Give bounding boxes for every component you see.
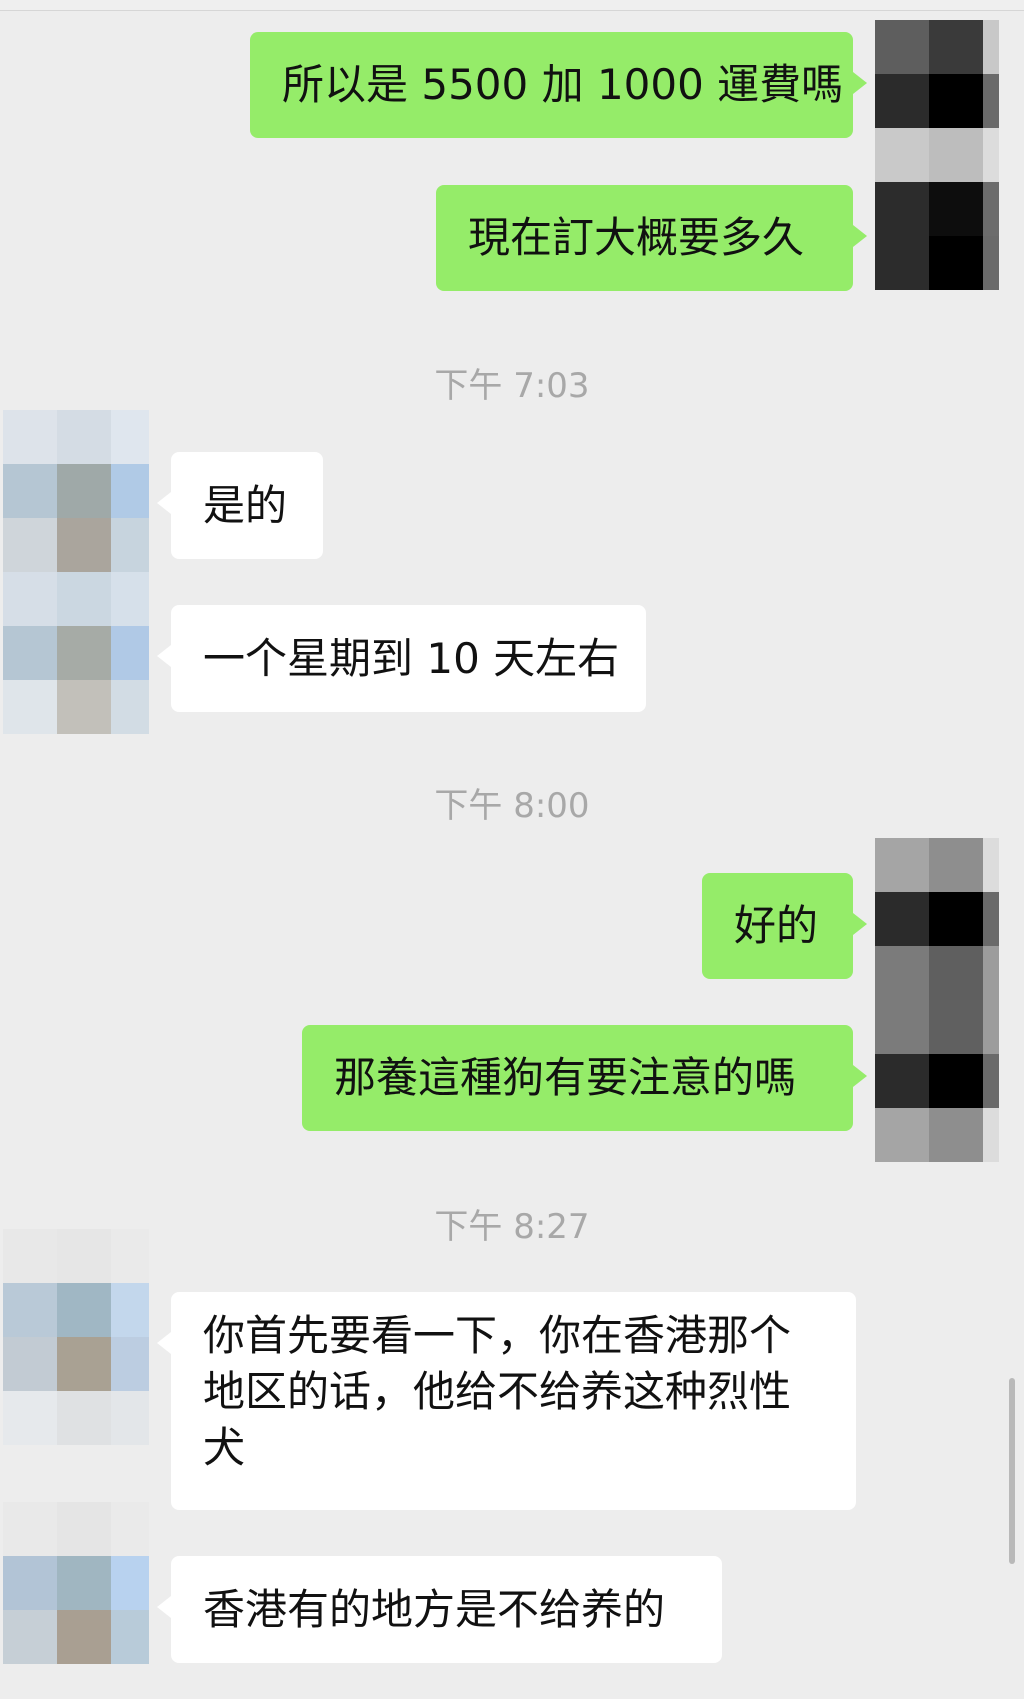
- avatar-pixel: [875, 74, 929, 128]
- message-bubble-received[interactable]: 是的: [157, 452, 323, 559]
- top-divider: [0, 0, 1024, 11]
- avatar-pixel: [111, 1229, 149, 1283]
- avatar-pixel: [3, 680, 57, 734]
- contact-avatar[interactable]: [3, 1229, 149, 1445]
- message-bubble-sent[interactable]: 那養這種狗有要注意的嗎: [302, 1025, 867, 1131]
- avatar-pixel: [111, 1337, 149, 1391]
- avatar-pixel: [875, 1054, 929, 1108]
- avatar-pixel: [929, 20, 983, 74]
- avatar-pixel: [875, 20, 929, 74]
- avatar-pixel: [111, 1502, 149, 1556]
- avatar-pixel: [3, 518, 57, 572]
- avatar-pixel: [3, 1283, 57, 1337]
- avatar-pixel: [875, 236, 929, 290]
- avatar-pixel: [983, 1108, 999, 1162]
- avatar-pixel: [929, 236, 983, 290]
- avatar-pixel: [57, 1391, 111, 1445]
- message-bubble-received[interactable]: 你首先要看一下，你在香港那个地区的话，他给不给养这种烈性犬: [157, 1292, 856, 1510]
- avatar-pixel: [983, 236, 999, 290]
- avatar-pixel: [929, 128, 983, 182]
- avatar-pixel: [983, 1000, 999, 1054]
- avatar-pixel: [57, 518, 111, 572]
- avatar-pixel: [57, 464, 111, 518]
- avatar-pixel: [57, 626, 111, 680]
- avatar-pixel: [111, 1556, 149, 1610]
- avatar-pixel: [983, 1054, 999, 1108]
- avatar-pixel: [983, 838, 999, 892]
- timestamp: 下午 8:27: [434, 1207, 590, 1247]
- avatar-pixel: [111, 464, 149, 518]
- avatar-pixel: [983, 946, 999, 1000]
- avatar-pixel: [3, 1556, 57, 1610]
- avatar-pixel: [111, 1283, 149, 1337]
- my-avatar[interactable]: [875, 838, 999, 1162]
- avatar-pixel: [875, 1000, 929, 1054]
- avatar-pixel: [111, 1391, 149, 1445]
- avatar-pixel: [929, 182, 983, 236]
- avatar-pixel: [929, 946, 983, 1000]
- avatar-pixel: [929, 1108, 983, 1162]
- avatar-pixel: [983, 20, 999, 74]
- avatar-pixel: [983, 892, 999, 946]
- avatar-pixel: [57, 1337, 111, 1391]
- avatar-pixel: [929, 838, 983, 892]
- my-avatar[interactable]: [875, 20, 999, 290]
- avatar-pixel: [3, 572, 57, 626]
- message-bubble-received[interactable]: 一个星期到 10 天左右: [157, 605, 646, 712]
- avatar-pixel: [57, 1556, 111, 1610]
- avatar-pixel: [3, 1337, 57, 1391]
- avatar-pixel: [875, 128, 929, 182]
- avatar-pixel: [3, 464, 57, 518]
- contact-avatar[interactable]: [3, 1502, 149, 1664]
- avatar-pixel: [57, 1610, 111, 1664]
- scrollbar[interactable]: [1009, 1378, 1015, 1564]
- avatar-pixel: [3, 1502, 57, 1556]
- contact-avatar[interactable]: [3, 410, 149, 734]
- avatar-pixel: [3, 410, 57, 464]
- timestamp: 下午 7:03: [434, 366, 590, 406]
- avatar-pixel: [929, 1000, 983, 1054]
- avatar-pixel: [111, 572, 149, 626]
- avatar-pixel: [111, 518, 149, 572]
- avatar-pixel: [983, 182, 999, 236]
- avatar-pixel: [983, 128, 999, 182]
- avatar-pixel: [929, 892, 983, 946]
- avatar-pixel: [3, 1229, 57, 1283]
- message-bubble-sent[interactable]: 現在訂大概要多久: [436, 185, 867, 291]
- avatar-pixel: [111, 626, 149, 680]
- timestamp: 下午 8:00: [434, 786, 590, 826]
- avatar-pixel: [983, 74, 999, 128]
- avatar-pixel: [875, 1108, 929, 1162]
- avatar-pixel: [875, 182, 929, 236]
- avatar-pixel: [875, 838, 929, 892]
- avatar-pixel: [3, 1391, 57, 1445]
- avatar-pixel: [3, 1610, 57, 1664]
- avatar-pixel: [57, 410, 111, 464]
- message-bubble-sent[interactable]: 所以是 5500 加 1000 運費嗎: [250, 32, 867, 138]
- avatar-pixel: [875, 892, 929, 946]
- avatar-pixel: [3, 626, 57, 680]
- avatar-pixel: [57, 572, 111, 626]
- message-bubble-received[interactable]: 香港有的地方是不给养的: [157, 1556, 722, 1663]
- avatar-pixel: [929, 1054, 983, 1108]
- avatar-pixel: [57, 680, 111, 734]
- avatar-pixel: [111, 680, 149, 734]
- avatar-pixel: [875, 946, 929, 1000]
- avatar-pixel: [111, 410, 149, 464]
- avatar-pixel: [57, 1502, 111, 1556]
- avatar-pixel: [929, 74, 983, 128]
- avatar-pixel: [57, 1229, 111, 1283]
- avatar-pixel: [111, 1610, 149, 1664]
- message-bubble-sent[interactable]: 好的: [702, 873, 867, 979]
- avatar-pixel: [57, 1283, 111, 1337]
